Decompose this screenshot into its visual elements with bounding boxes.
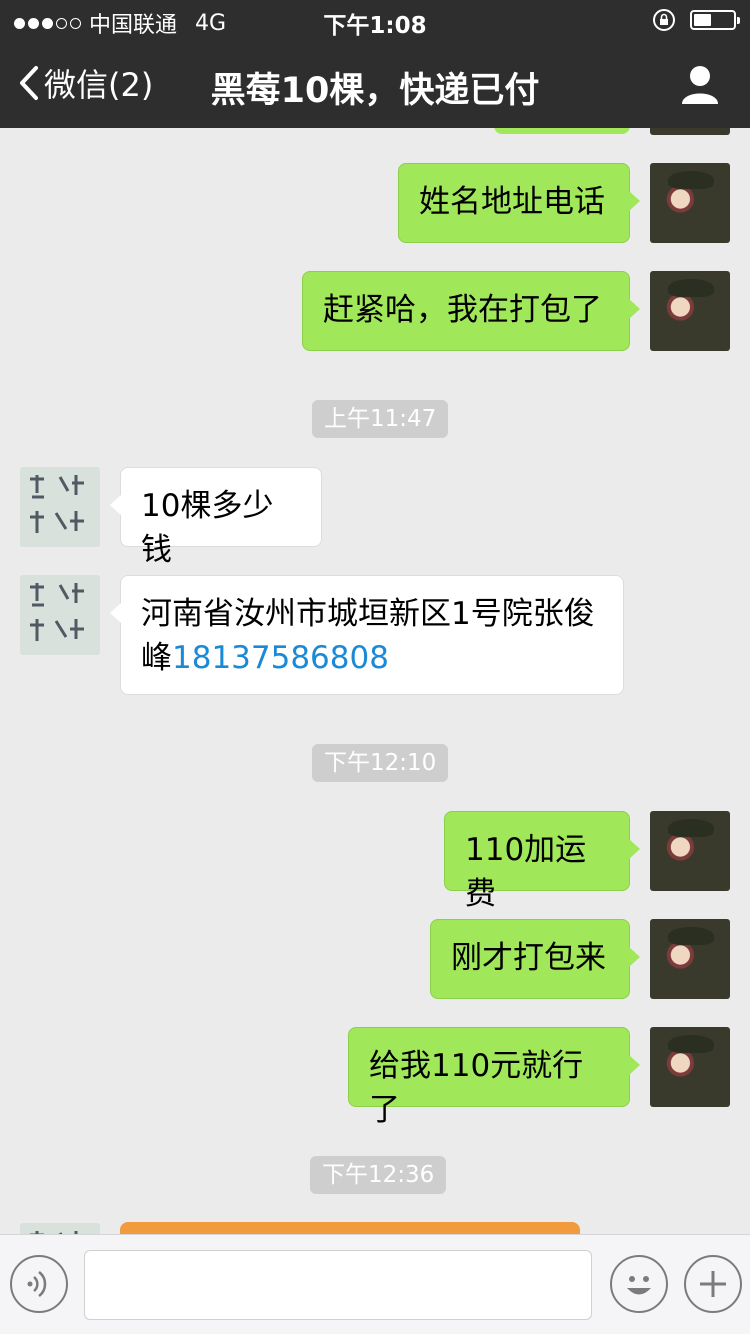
status-bar: 中国联通 4G 下午1:08 bbox=[0, 0, 750, 40]
my-avatar[interactable] bbox=[650, 163, 730, 243]
chat-area[interactable]: 姓名地址电话 赶紧哈，我在打包了 上午11:47 10棵多少钱 河南省汝州市城垣… bbox=[0, 128, 750, 1234]
message-bubble-received[interactable]: 河南省汝州市城垣新区1号院张俊峰18137586808 bbox=[110, 575, 624, 695]
message-bubble-received[interactable]: 10棵多少钱 bbox=[110, 467, 322, 568]
message-text: 刚才打包来 bbox=[451, 940, 606, 976]
my-avatar[interactable] bbox=[650, 128, 730, 135]
contact-avatar[interactable] bbox=[20, 575, 100, 655]
person-icon[interactable] bbox=[680, 64, 720, 104]
message-text: 110加运费 bbox=[465, 832, 587, 912]
message-bubble-sent[interactable]: 110加运费 bbox=[444, 811, 640, 912]
message-bubble-sent[interactable]: 姓名地址电话 bbox=[398, 163, 640, 243]
calligraphy-avatar-image bbox=[20, 467, 100, 547]
message-text: 给我110元就行了 bbox=[369, 1048, 584, 1128]
previous-message-bubble-partial bbox=[494, 128, 630, 134]
voice-button[interactable] bbox=[10, 1255, 68, 1313]
time-separator: 下午12:36 bbox=[310, 1156, 447, 1194]
message-text: 10棵多少钱 bbox=[141, 488, 274, 568]
voice-icon bbox=[27, 1271, 47, 1297]
phone-number-link[interactable]: 18137586808 bbox=[172, 640, 389, 676]
my-avatar[interactable] bbox=[650, 1027, 730, 1107]
my-avatar[interactable] bbox=[650, 919, 730, 999]
rotation-lock-icon bbox=[653, 9, 675, 31]
contact-avatar[interactable] bbox=[20, 1223, 100, 1234]
transfer-card-partial[interactable] bbox=[120, 1222, 580, 1234]
status-right bbox=[652, 8, 740, 32]
message-text: 赶紧哈，我在打包了 bbox=[323, 292, 602, 328]
battery-icon bbox=[690, 10, 740, 30]
message-input[interactable] bbox=[84, 1250, 592, 1320]
plus-icon bbox=[700, 1271, 726, 1297]
time-separator: 上午11:47 bbox=[312, 400, 449, 438]
message-bubble-sent[interactable]: 刚才打包来 bbox=[430, 919, 640, 999]
my-avatar[interactable] bbox=[650, 811, 730, 891]
message-text: 姓名地址电话 bbox=[419, 184, 605, 220]
more-button[interactable] bbox=[684, 1255, 742, 1313]
message-bubble-sent[interactable]: 给我110元就行了 bbox=[348, 1027, 640, 1128]
emoji-icon bbox=[627, 1276, 651, 1295]
calligraphy-avatar-image bbox=[20, 575, 100, 655]
status-time: 下午1:08 bbox=[323, 13, 427, 39]
my-avatar[interactable] bbox=[650, 271, 730, 351]
emoji-button[interactable] bbox=[610, 1255, 668, 1313]
nav-bar: 微信(2) 黑莓10棵，快递已付 bbox=[0, 40, 750, 128]
message-bubble-sent[interactable]: 赶紧哈，我在打包了 bbox=[302, 271, 640, 351]
input-bar bbox=[0, 1234, 750, 1334]
calligraphy-avatar-image bbox=[20, 1223, 100, 1234]
time-separator: 下午12:10 bbox=[312, 744, 449, 782]
contact-avatar[interactable] bbox=[20, 467, 100, 547]
chat-title: 黑莓10棵，快递已付 bbox=[210, 71, 540, 111]
